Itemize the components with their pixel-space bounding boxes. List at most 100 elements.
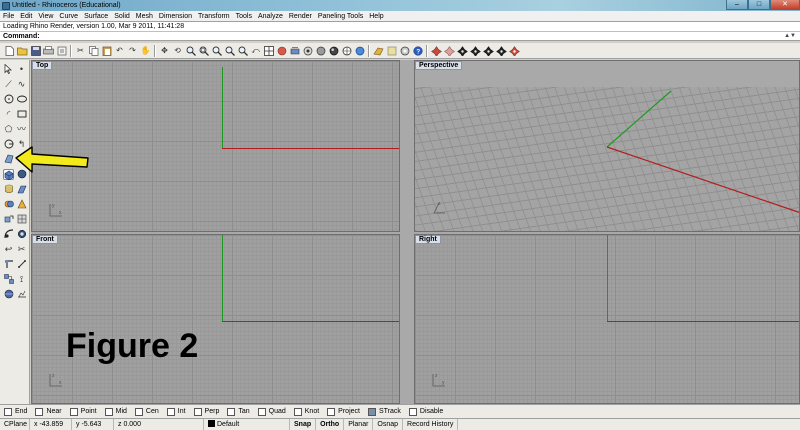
pan-icon[interactable]: ✥ [159,45,170,56]
zoom-dynamic-icon[interactable] [185,45,196,56]
osnap-int-checkbox[interactable] [166,407,175,416]
print-icon[interactable] [43,45,54,56]
undo-icon[interactable]: ↶ [114,45,125,56]
options-icon[interactable] [399,45,410,56]
osnap-int[interactable]: Int [166,407,186,416]
circle-icon[interactable] [3,94,14,105]
ghosted-view-icon[interactable] [341,45,352,56]
split-icon[interactable]: ↩ [3,244,14,255]
command-line[interactable]: Command: ▲▼ [0,31,800,41]
menu-paneling-tools[interactable]: Paneling Tools [318,13,363,20]
render-lights-icon[interactable] [483,45,494,56]
surface-tools-icon[interactable] [3,154,14,165]
menu-analyze[interactable]: Analyze [258,13,283,20]
object-properties-icon[interactable] [302,45,313,56]
solid-box-icon[interactable] [3,169,14,181]
viewport-title-top[interactable]: Top [32,61,53,70]
planar-toggle[interactable]: Planar [344,418,374,430]
extrude-icon[interactable] [16,184,27,195]
osnap-near-checkbox[interactable] [35,407,44,416]
cut-icon[interactable]: ✂ [75,45,86,56]
viewport-title-front[interactable]: Front [32,235,58,244]
four-viewports-icon[interactable] [263,45,274,56]
menu-curve[interactable]: Curve [59,13,78,20]
render-window-icon[interactable] [470,45,481,56]
undo-view-icon[interactable]: ⤺ [250,45,261,56]
save-icon[interactable] [30,45,41,56]
render-icon[interactable] [354,45,365,56]
osnap-project[interactable]: Project [327,407,360,416]
zoom-all-icon[interactable] [237,45,248,56]
arc-icon[interactable]: ◜ [3,109,14,120]
boolean-union-icon[interactable] [3,199,14,210]
pan-hand-icon[interactable]: ✋ [140,45,151,56]
maximize-button[interactable]: □ [748,0,770,10]
osnap-perp[interactable]: Perp [193,407,219,416]
fillet-curve-icon[interactable] [3,139,14,150]
analyze-icon[interactable]: ⟟ [16,274,27,285]
menu-view[interactable]: View [38,13,53,20]
shading-icon[interactable] [315,45,326,56]
osnap-strack-checkbox[interactable] [367,407,376,416]
trim-icon[interactable]: ✂ [16,244,27,255]
osnap-knot-checkbox[interactable] [293,407,302,416]
menu-edit[interactable]: Edit [20,13,32,20]
render-texture-icon[interactable] [509,45,520,56]
help-icon[interactable]: ? [412,45,423,56]
osnap-cen[interactable]: Cen [134,407,159,416]
polygon-icon[interactable]: ⬠ [3,124,14,135]
osnap-near[interactable]: Near [35,407,62,416]
menu-solid[interactable]: Solid [114,13,130,20]
minimize-button[interactable]: – [726,0,748,10]
zoom-window-icon[interactable] [198,45,209,56]
rendered-view-icon[interactable] [328,45,339,56]
redo-icon[interactable]: ↷ [127,45,138,56]
cylinder-icon[interactable] [3,184,14,195]
osnap-quad[interactable]: Quad [257,407,286,416]
osnap-knot[interactable]: Knot [293,407,319,416]
close-button[interactable]: ✕ [770,0,800,10]
osnap-mid[interactable]: Mid [104,407,127,416]
paste-icon[interactable] [101,45,112,56]
osnap-point-checkbox[interactable] [69,407,78,416]
osnap-quad-checkbox[interactable] [257,407,266,416]
zoom-selected-icon[interactable] [224,45,235,56]
viewport-perspective[interactable]: Perspective z [414,60,800,232]
menu-surface[interactable]: Surface [84,13,108,20]
group-icon[interactable] [3,274,14,285]
record-history-toggle[interactable]: Record History [403,418,459,430]
viewport-front[interactable]: Front zx [31,234,400,404]
osnap-end[interactable]: End [4,407,27,416]
osnap-mid-checkbox[interactable] [104,407,113,416]
shell-icon[interactable] [16,229,27,240]
boolean-difference-icon[interactable] [16,199,27,210]
rectangle-icon[interactable] [16,109,27,120]
drafting-icon[interactable] [16,289,27,300]
command-history-dropdown-icon[interactable]: ▲▼ [784,32,796,41]
render-environment-icon[interactable] [496,45,507,56]
menu-render[interactable]: Render [289,13,312,20]
polyline-icon[interactable]: ⟋ [3,79,14,90]
ellipse-icon[interactable] [16,94,27,105]
osnap-perp-checkbox[interactable] [193,407,202,416]
menu-dimension[interactable]: Dimension [159,13,192,20]
osnap-point[interactable]: Point [69,407,97,416]
osnap-tan[interactable]: Tan [227,407,250,416]
select-all-icon[interactable] [276,45,287,56]
osnap-disable[interactable]: Disable [408,407,443,416]
menu-transform[interactable]: Transform [198,13,230,20]
menu-file[interactable]: File [3,13,14,20]
osnap-tan-checkbox[interactable] [227,407,236,416]
freeform-curve-icon[interactable]: 〰 [16,124,27,135]
ortho-toggle[interactable]: Ortho [316,418,345,430]
dimension-icon[interactable] [3,259,14,270]
material-icon[interactable] [386,45,397,56]
copy-icon[interactable] [88,45,99,56]
curve-icon[interactable]: ∿ [16,79,27,90]
select-arrow-icon[interactable] [3,63,14,75]
osnap-disable-checkbox[interactable] [408,407,417,416]
render-scene-icon[interactable] [444,45,455,56]
new-file-icon[interactable] [4,45,15,56]
transform-move-icon[interactable] [3,214,14,225]
light-icon[interactable] [373,45,384,56]
